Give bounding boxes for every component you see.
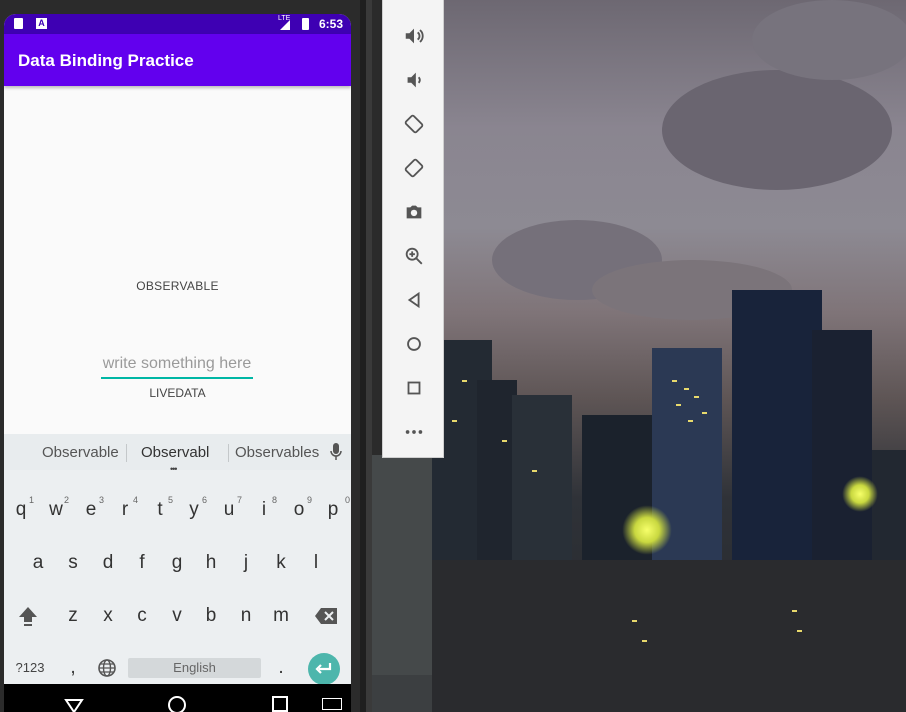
emulator-toolbar (382, 0, 444, 458)
backspace-icon (315, 608, 337, 624)
more-icon[interactable] (402, 420, 426, 444)
key-k[interactable]: k (264, 543, 298, 583)
key-hint: 2 (63, 495, 69, 505)
battery-icon (302, 18, 309, 30)
key-y[interactable]: y6 (177, 490, 211, 530)
enter-key[interactable] (308, 653, 340, 685)
suggestion-1[interactable]: Observable (42, 444, 119, 461)
key-c[interactable]: c (125, 596, 159, 636)
suggestion-strip: Observable Observabl ••• Observables (4, 434, 351, 474)
key-m[interactable]: m (264, 596, 298, 636)
key-r[interactable]: r4 (108, 490, 142, 530)
key-label: r (121, 499, 129, 520)
key-hint: 4 (132, 495, 138, 505)
suggestion-2[interactable]: Observabl (141, 444, 209, 461)
shift-icon (19, 607, 37, 626)
symbols-key[interactable]: ?123 (12, 648, 48, 688)
key-b[interactable]: b (194, 596, 228, 636)
rotate-left-icon[interactable] (402, 112, 426, 136)
app-bar: Data Binding Practice (4, 34, 351, 86)
key-t[interactable]: t5 (143, 490, 177, 530)
key-label: t (157, 499, 163, 520)
comma-key[interactable]: , (56, 648, 90, 688)
key-f[interactable]: f (125, 543, 159, 583)
key-label: p (327, 499, 339, 520)
nav-back-icon[interactable] (64, 698, 84, 712)
key-z[interactable]: z (56, 596, 90, 636)
more-suggestions-icon[interactable]: ••• (170, 464, 178, 474)
side-panel (372, 455, 432, 712)
mic-icon[interactable] (330, 443, 342, 466)
key-hint: 6 (201, 495, 207, 505)
key-n[interactable]: n (229, 596, 263, 636)
key-hint: 3 (98, 495, 104, 505)
language-key[interactable] (90, 648, 124, 688)
key-label: u (223, 499, 235, 520)
signal-icon (280, 20, 290, 30)
key-s[interactable]: s (56, 543, 90, 583)
key-label: i (261, 499, 267, 520)
key-o[interactable]: o9 (282, 490, 316, 530)
key-j[interactable]: j (229, 543, 263, 583)
key-h[interactable]: h (194, 543, 228, 583)
nav-bar (4, 684, 351, 712)
key-hint: 1 (28, 495, 34, 505)
zoom-icon[interactable] (402, 244, 426, 268)
key-hint: 5 (167, 495, 173, 505)
suggestion-3[interactable]: Observables (235, 444, 319, 461)
volume-up-icon[interactable] (402, 24, 426, 48)
wallpaper (432, 0, 906, 712)
rotate-right-icon[interactable] (402, 156, 426, 180)
volume-down-icon[interactable] (402, 68, 426, 92)
notification-a-icon: A (36, 18, 47, 29)
back-icon[interactable] (402, 288, 426, 312)
key-p[interactable]: p0 (316, 490, 350, 530)
clock: 6:53 (319, 17, 344, 31)
livedata-text: LIVEDATA (149, 386, 206, 400)
backspace-key[interactable] (309, 596, 343, 636)
app-title: Data Binding Practice (18, 51, 194, 70)
text-input[interactable]: write something here (101, 353, 253, 379)
main-content: OBSERVABLE write something here LIVEDATA (4, 86, 351, 434)
key-w[interactable]: w2 (39, 490, 73, 530)
nav-overview-icon[interactable] (272, 696, 288, 712)
nav-keyboard-icon[interactable] (322, 698, 342, 710)
space-bar[interactable]: English (128, 658, 261, 678)
key-v[interactable]: v (160, 596, 194, 636)
soft-keyboard: Observable Observabl ••• Observables q1 … (4, 434, 351, 685)
home-icon[interactable] (402, 332, 426, 356)
globe-icon (98, 659, 116, 677)
key-a[interactable]: a (21, 543, 55, 583)
suggestion-divider (228, 444, 229, 462)
key-label: e (85, 499, 97, 520)
key-l[interactable]: l (299, 543, 333, 583)
key-e[interactable]: e3 (74, 490, 108, 530)
suggestion-divider (126, 444, 127, 462)
nav-home-icon[interactable] (168, 696, 186, 712)
key-label: w (49, 499, 63, 520)
overview-icon[interactable] (402, 376, 426, 400)
key-g[interactable]: g (160, 543, 194, 583)
key-label: o (293, 499, 305, 520)
key-hint: 7 (236, 495, 242, 505)
key-label: q (15, 499, 27, 520)
observable-text: OBSERVABLE (136, 279, 219, 293)
key-hint: 9 (306, 495, 312, 505)
key-u[interactable]: u7 (212, 490, 246, 530)
sd-card-icon (14, 18, 23, 29)
status-bar: A LTE 6:53 (4, 14, 351, 34)
key-x[interactable]: x (91, 596, 125, 636)
key-label: y (189, 499, 199, 520)
phone-screen: A LTE 6:53 Data Binding Practice OBSERVA… (4, 14, 351, 712)
key-d[interactable]: d (91, 543, 125, 583)
key-i[interactable]: i8 (247, 490, 281, 530)
key-hint: 0 (344, 495, 350, 505)
camera-icon[interactable] (402, 200, 426, 224)
enter-icon (315, 663, 332, 674)
key-q[interactable]: q1 (4, 490, 38, 530)
shift-key[interactable] (11, 596, 45, 636)
key-hint: 8 (271, 495, 277, 505)
period-key[interactable]: . (264, 648, 298, 688)
